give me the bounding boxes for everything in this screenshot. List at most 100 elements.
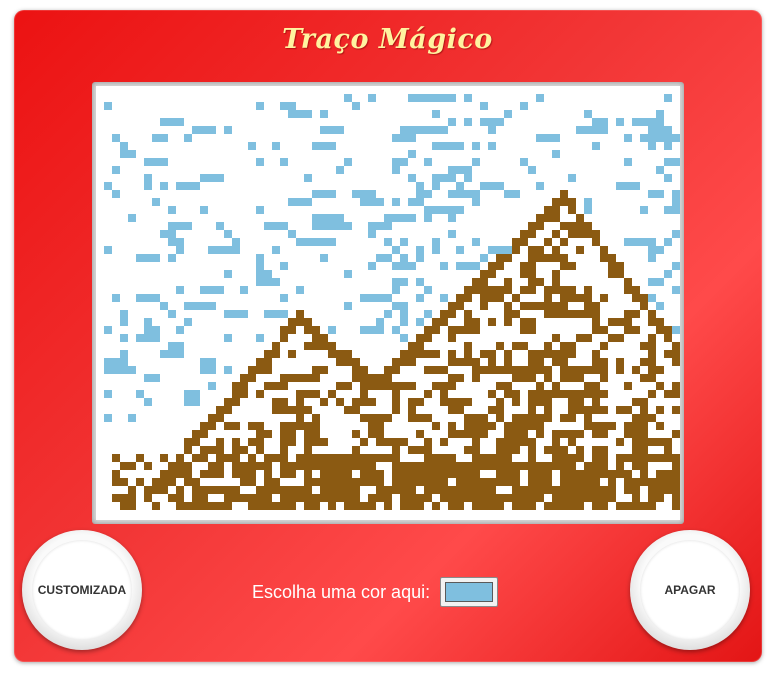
pixel-cell[interactable] — [616, 502, 624, 510]
pixel-cell[interactable] — [448, 94, 456, 102]
pixel-cell[interactable] — [280, 454, 288, 462]
pixel-cell[interactable] — [320, 342, 328, 350]
pixel-cell[interactable] — [544, 350, 552, 358]
pixel-cell[interactable] — [432, 326, 440, 334]
pixel-cell[interactable] — [232, 446, 240, 454]
pixel-cell[interactable] — [296, 406, 304, 414]
pixel-cell[interactable] — [424, 94, 432, 102]
pixel-cell[interactable] — [464, 262, 472, 270]
pixel-cell[interactable] — [344, 494, 352, 502]
pixel-cell[interactable] — [528, 230, 536, 238]
pixel-cell[interactable] — [304, 486, 312, 494]
pixel-cell[interactable] — [504, 446, 512, 454]
pixel-cell[interactable] — [472, 286, 480, 294]
pixel-cell[interactable] — [480, 430, 488, 438]
pixel-cell[interactable] — [504, 350, 512, 358]
pixel-cell[interactable] — [592, 486, 600, 494]
pixel-cell[interactable] — [664, 446, 672, 454]
pixel-cell[interactable] — [432, 318, 440, 326]
pixel-cell[interactable] — [600, 326, 608, 334]
pixel-cell[interactable] — [648, 254, 656, 262]
pixel-cell[interactable] — [176, 454, 184, 462]
pixel-cell[interactable] — [312, 462, 320, 470]
pixel-cell[interactable] — [592, 358, 600, 366]
pixel-cell[interactable] — [384, 214, 392, 222]
pixel-cell[interactable] — [640, 302, 648, 310]
pixel-cell[interactable] — [552, 358, 560, 366]
pixel-cell[interactable] — [576, 446, 584, 454]
pixel-cell[interactable] — [440, 206, 448, 214]
pixel-cell[interactable] — [632, 462, 640, 470]
pixel-cell[interactable] — [320, 142, 328, 150]
pixel-cell[interactable] — [472, 158, 480, 166]
pixel-cell[interactable] — [168, 462, 176, 470]
pixel-cell[interactable] — [616, 454, 624, 462]
pixel-cell[interactable] — [280, 406, 288, 414]
pixel-cell[interactable] — [320, 214, 328, 222]
pixel-cell[interactable] — [656, 422, 664, 430]
pixel-cell[interactable] — [488, 318, 496, 326]
pixel-cell[interactable] — [592, 494, 600, 502]
pixel-cell[interactable] — [536, 478, 544, 486]
pixel-cell[interactable] — [248, 366, 256, 374]
pixel-cell[interactable] — [432, 350, 440, 358]
pixel-cell[interactable] — [496, 118, 504, 126]
pixel-cell[interactable] — [312, 438, 320, 446]
pixel-cell[interactable] — [592, 230, 600, 238]
pixel-grid[interactable] — [96, 86, 680, 520]
pixel-cell[interactable] — [536, 486, 544, 494]
pixel-cell[interactable] — [352, 430, 360, 438]
pixel-cell[interactable] — [392, 358, 400, 366]
pixel-cell[interactable] — [488, 350, 496, 358]
pixel-cell[interactable] — [312, 214, 320, 222]
pixel-cell[interactable] — [568, 174, 576, 182]
pixel-cell[interactable] — [216, 222, 224, 230]
pixel-cell[interactable] — [288, 318, 296, 326]
pixel-cell[interactable] — [288, 350, 296, 358]
pixel-cell[interactable] — [176, 182, 184, 190]
pixel-cell[interactable] — [568, 310, 576, 318]
pixel-cell[interactable] — [320, 334, 328, 342]
pixel-cell[interactable] — [448, 334, 456, 342]
pixel-cell[interactable] — [544, 254, 552, 262]
pixel-cell[interactable] — [344, 406, 352, 414]
pixel-cell[interactable] — [456, 406, 464, 414]
pixel-cell[interactable] — [456, 166, 464, 174]
pixel-cell[interactable] — [400, 158, 408, 166]
pixel-cell[interactable] — [488, 142, 496, 150]
pixel-cell[interactable] — [656, 494, 664, 502]
pixel-cell[interactable] — [528, 454, 536, 462]
pixel-cell[interactable] — [592, 406, 600, 414]
pixel-cell[interactable] — [352, 454, 360, 462]
pixel-cell[interactable] — [320, 238, 328, 246]
pixel-cell[interactable] — [656, 382, 664, 390]
pixel-cell[interactable] — [528, 470, 536, 478]
pixel-cell[interactable] — [280, 158, 288, 166]
pixel-cell[interactable] — [360, 454, 368, 462]
pixel-cell[interactable] — [152, 502, 160, 510]
pixel-cell[interactable] — [640, 118, 648, 126]
pixel-cell[interactable] — [512, 446, 520, 454]
pixel-cell[interactable] — [328, 494, 336, 502]
pixel-cell[interactable] — [240, 382, 248, 390]
pixel-cell[interactable] — [280, 462, 288, 470]
pixel-cell[interactable] — [328, 326, 336, 334]
pixel-cell[interactable] — [560, 446, 568, 454]
pixel-cell[interactable] — [168, 342, 176, 350]
pixel-cell[interactable] — [520, 318, 528, 326]
pixel-cell[interactable] — [496, 382, 504, 390]
pixel-cell[interactable] — [280, 486, 288, 494]
pixel-cell[interactable] — [528, 422, 536, 430]
pixel-cell[interactable] — [488, 486, 496, 494]
pixel-cell[interactable] — [496, 294, 504, 302]
pixel-cell[interactable] — [120, 318, 128, 326]
pixel-cell[interactable] — [512, 246, 520, 254]
pixel-cell[interactable] — [664, 174, 672, 182]
pixel-cell[interactable] — [488, 366, 496, 374]
pixel-cell[interactable] — [432, 142, 440, 150]
pixel-cell[interactable] — [240, 374, 248, 382]
pixel-cell[interactable] — [392, 246, 400, 254]
pixel-cell[interactable] — [296, 286, 304, 294]
pixel-cell[interactable] — [488, 270, 496, 278]
pixel-cell[interactable] — [504, 430, 512, 438]
